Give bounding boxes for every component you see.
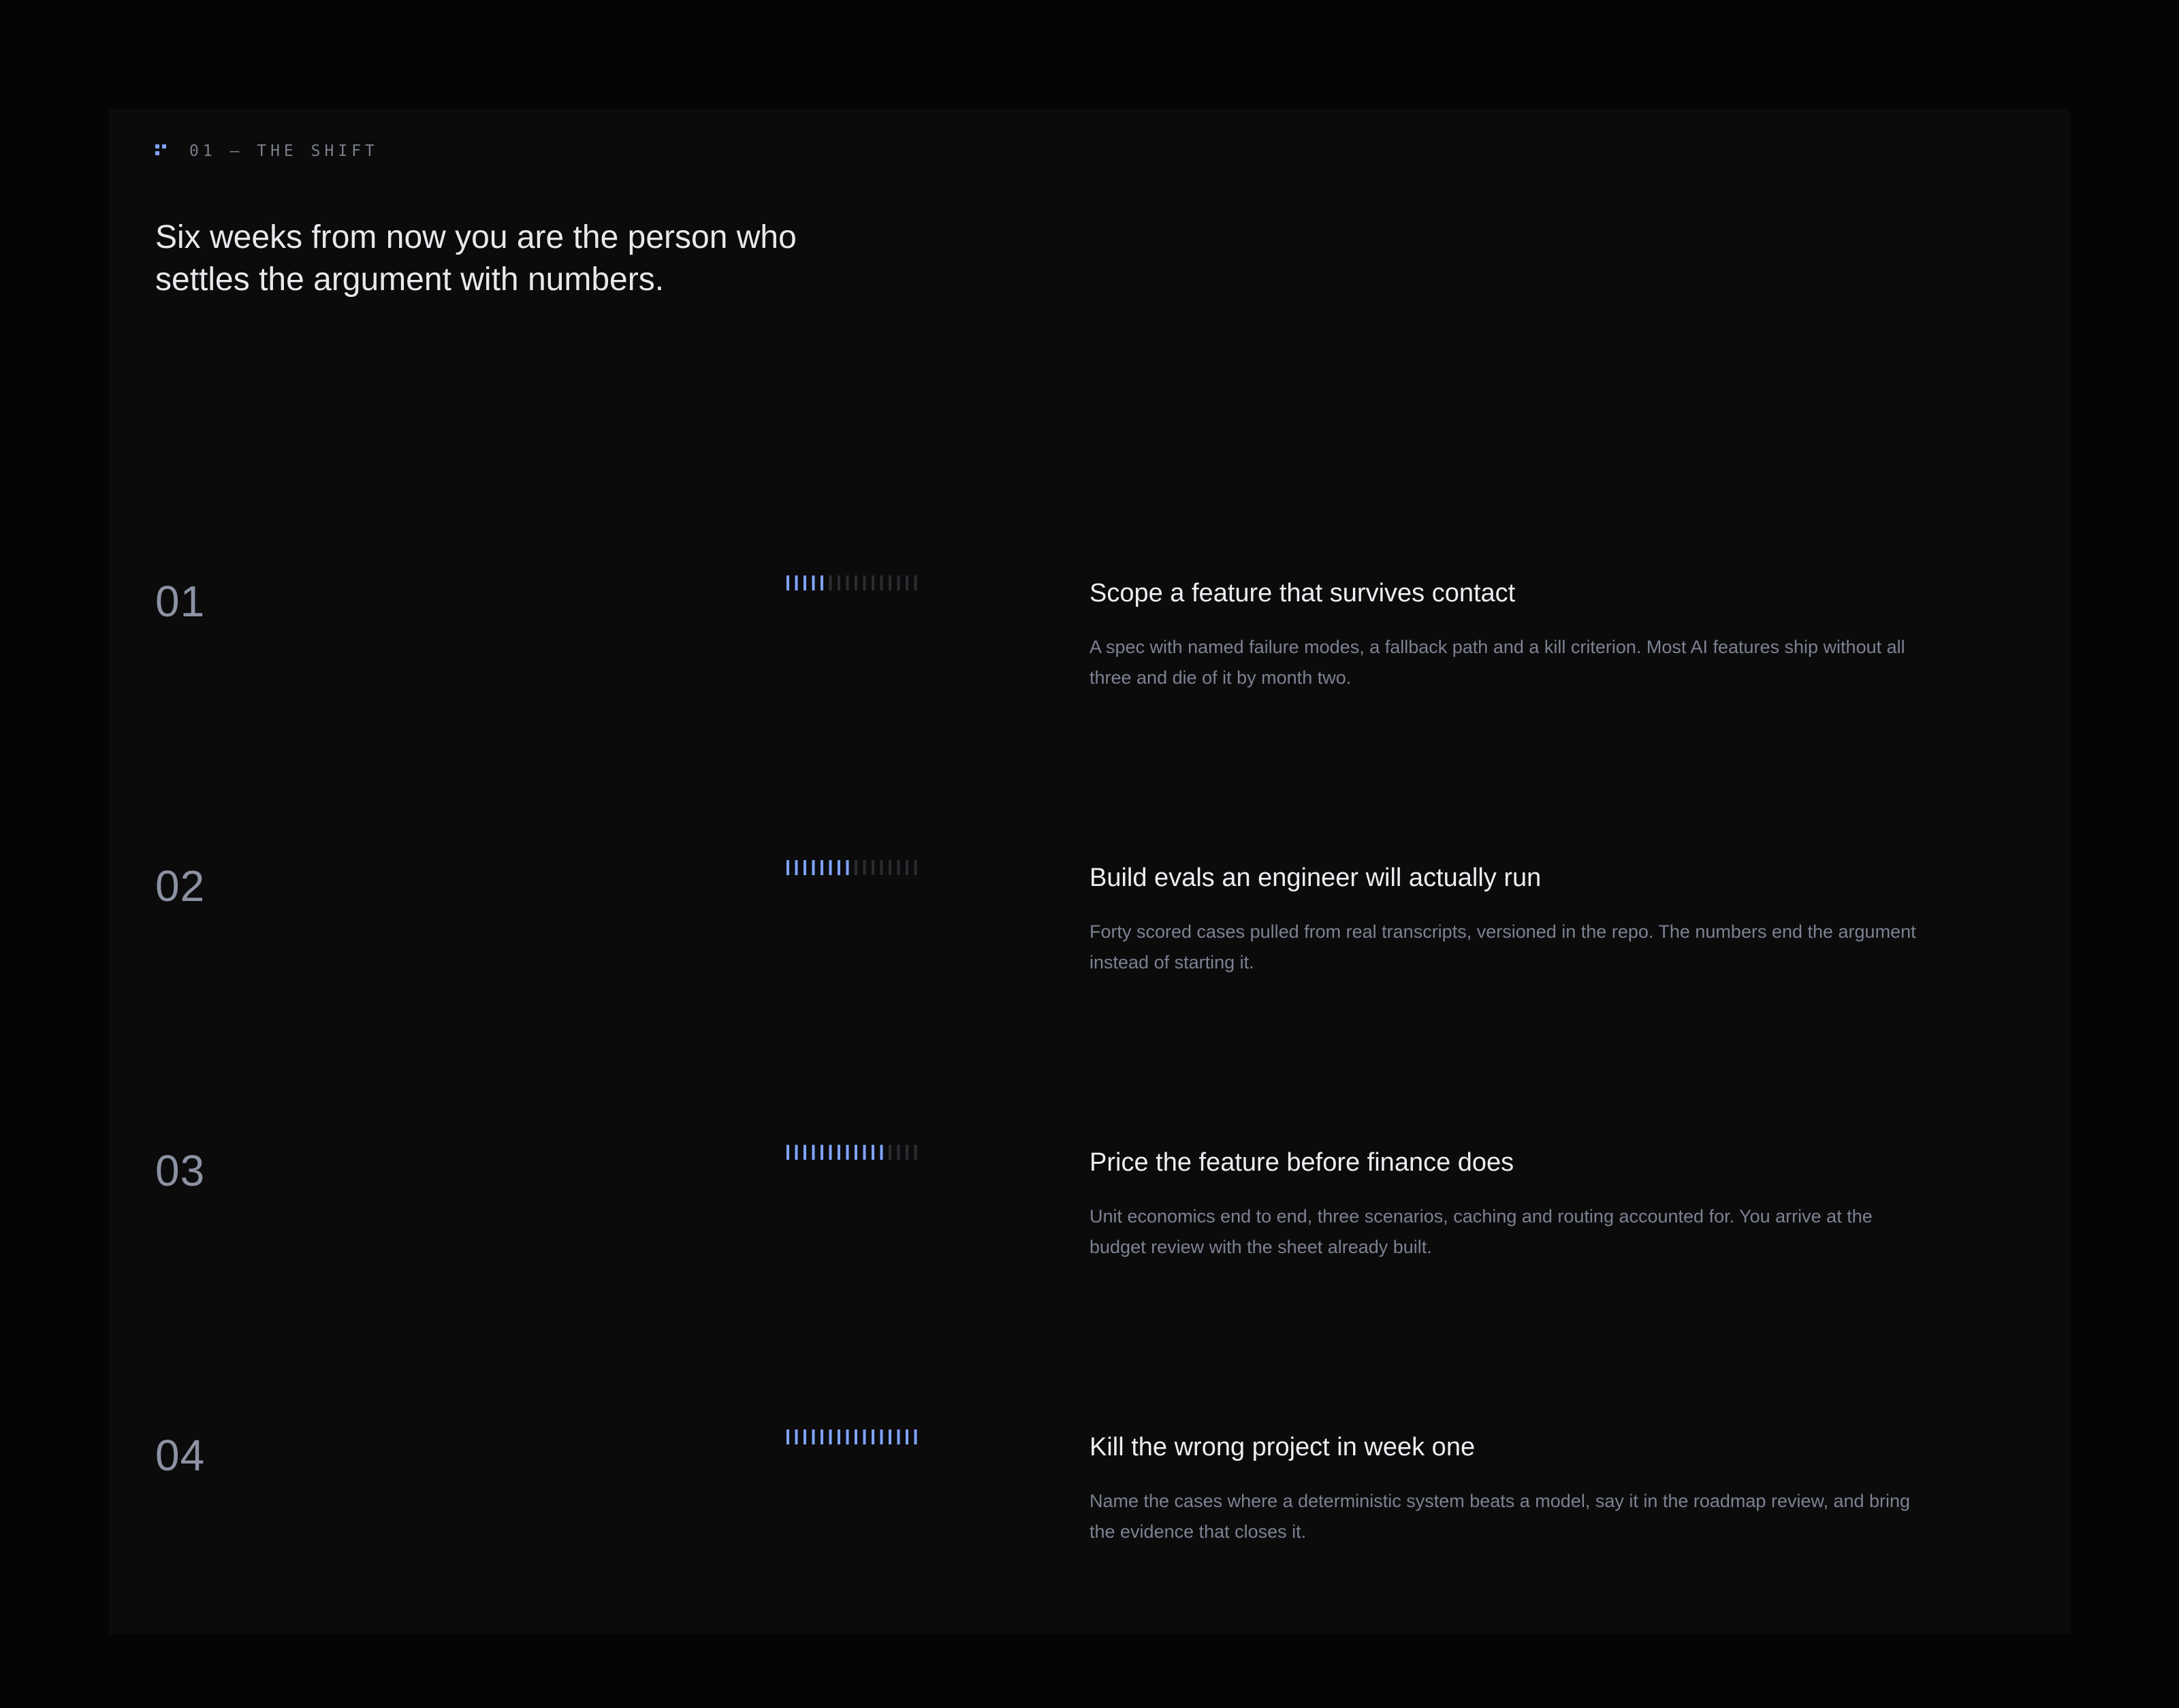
progress-meter-svg bbox=[786, 860, 917, 875]
meter-tick-empty bbox=[906, 1145, 908, 1160]
meter-tick-filled bbox=[795, 1145, 798, 1160]
meter-tick-filled bbox=[855, 1429, 857, 1444]
meter-tick-filled bbox=[829, 860, 832, 875]
meter-tick-filled bbox=[804, 860, 806, 875]
step-item: 02 Build evals an engineer will actually… bbox=[155, 854, 1918, 1139]
meter-tick-empty bbox=[855, 860, 857, 875]
meter-tick-filled bbox=[821, 1145, 823, 1160]
step-title: Kill the wrong project in week one bbox=[1090, 1433, 1476, 1461]
meter-tick-filled bbox=[880, 1429, 883, 1444]
step-item: 01 Scope a feature that survives contact… bbox=[155, 569, 1918, 854]
section-marker-icon bbox=[155, 143, 176, 159]
meter-tick-filled bbox=[906, 1429, 908, 1444]
meter-tick-empty bbox=[880, 575, 883, 590]
step-description: Forty scored cases pulled from real tran… bbox=[1090, 921, 1916, 972]
meter-tick-empty bbox=[906, 860, 908, 875]
meter-tick-empty bbox=[889, 860, 891, 875]
meter-tick-empty bbox=[906, 575, 908, 590]
meter-tick-filled bbox=[786, 1429, 789, 1444]
step-progress-meter bbox=[786, 575, 923, 590]
meter-tick-filled bbox=[795, 860, 798, 875]
step-title: Build evals an engineer will actually ru… bbox=[1090, 864, 1542, 892]
step-description: Name the cases where a deterministic sys… bbox=[1090, 1491, 1911, 1542]
step-number: 04 bbox=[155, 1431, 206, 1480]
progress-meter-svg bbox=[786, 575, 917, 590]
meter-tick-filled bbox=[872, 1429, 874, 1444]
section-headline: Six weeks from now you are the person wh… bbox=[155, 219, 797, 298]
meter-tick-filled bbox=[812, 1145, 815, 1160]
meter-tick-filled bbox=[812, 860, 815, 875]
meter-tick-empty bbox=[897, 1145, 900, 1160]
step-title: Price the feature before finance does bbox=[1090, 1148, 1514, 1177]
meter-tick-empty bbox=[914, 575, 917, 590]
steps-list: 01 Scope a feature that survives contact… bbox=[155, 569, 1918, 1708]
meter-tick-filled bbox=[863, 1429, 866, 1444]
meter-tick-empty bbox=[889, 1145, 891, 1160]
section-eyebrow: 01 — THE SHIFT bbox=[155, 139, 379, 163]
meter-tick-empty bbox=[863, 575, 866, 590]
meter-tick-filled bbox=[812, 575, 815, 590]
step-item: 04 Kill the wrong project in week one Na… bbox=[155, 1423, 1918, 1708]
meter-tick-filled bbox=[846, 860, 849, 875]
meter-tick-filled bbox=[863, 1145, 866, 1160]
meter-tick-empty bbox=[838, 575, 840, 590]
meter-tick-filled bbox=[795, 575, 798, 590]
meter-tick-filled bbox=[838, 1145, 840, 1160]
meter-tick-filled bbox=[914, 1429, 917, 1444]
meter-tick-filled bbox=[829, 1429, 832, 1444]
meter-tick-empty bbox=[889, 575, 891, 590]
meter-tick-filled bbox=[846, 1145, 849, 1160]
meter-tick-empty bbox=[880, 860, 883, 875]
meter-tick-empty bbox=[914, 1145, 917, 1160]
section-eyebrow-label: 01 — THE SHIFT bbox=[189, 142, 379, 160]
meter-tick-empty bbox=[914, 860, 917, 875]
step-progress-meter bbox=[786, 860, 923, 875]
progress-meter-svg bbox=[786, 1145, 917, 1160]
meter-tick-filled bbox=[838, 1429, 840, 1444]
meter-tick-empty bbox=[897, 860, 900, 875]
step-description: Unit economics end to end, three scenari… bbox=[1090, 1206, 1873, 1257]
meter-tick-filled bbox=[829, 1145, 832, 1160]
meter-tick-filled bbox=[897, 1429, 900, 1444]
step-description: A spec with named failure modes, a fallb… bbox=[1090, 637, 1905, 688]
meter-tick-filled bbox=[812, 1429, 815, 1444]
step-title: Scope a feature that survives contact bbox=[1090, 579, 1516, 607]
meter-tick-empty bbox=[855, 575, 857, 590]
meter-tick-filled bbox=[889, 1429, 891, 1444]
meter-tick-empty bbox=[897, 575, 900, 590]
meter-tick-empty bbox=[872, 575, 874, 590]
step-number: 02 bbox=[155, 861, 206, 911]
meter-tick-filled bbox=[821, 575, 823, 590]
meter-tick-filled bbox=[786, 860, 789, 875]
step-number: 01 bbox=[155, 577, 206, 626]
progress-meter-svg bbox=[786, 1429, 917, 1444]
meter-tick-empty bbox=[863, 860, 866, 875]
step-item: 03 Price the feature before finance does… bbox=[155, 1139, 1918, 1423]
meter-tick-filled bbox=[846, 1429, 849, 1444]
meter-tick-filled bbox=[786, 575, 789, 590]
meter-tick-filled bbox=[855, 1145, 857, 1160]
meter-tick-filled bbox=[804, 1145, 806, 1160]
meter-tick-filled bbox=[804, 575, 806, 590]
meter-tick-filled bbox=[821, 1429, 823, 1444]
meter-tick-filled bbox=[872, 1145, 874, 1160]
meter-tick-filled bbox=[804, 1429, 806, 1444]
step-progress-meter bbox=[786, 1145, 923, 1160]
step-progress-meter bbox=[786, 1429, 923, 1444]
meter-tick-filled bbox=[821, 860, 823, 875]
meter-tick-empty bbox=[846, 575, 849, 590]
meter-tick-filled bbox=[880, 1145, 883, 1160]
step-number: 03 bbox=[155, 1146, 206, 1195]
meter-tick-filled bbox=[786, 1145, 789, 1160]
meter-tick-filled bbox=[795, 1429, 798, 1444]
meter-tick-empty bbox=[829, 575, 832, 590]
meter-tick-empty bbox=[872, 860, 874, 875]
meter-tick-filled bbox=[838, 860, 840, 875]
